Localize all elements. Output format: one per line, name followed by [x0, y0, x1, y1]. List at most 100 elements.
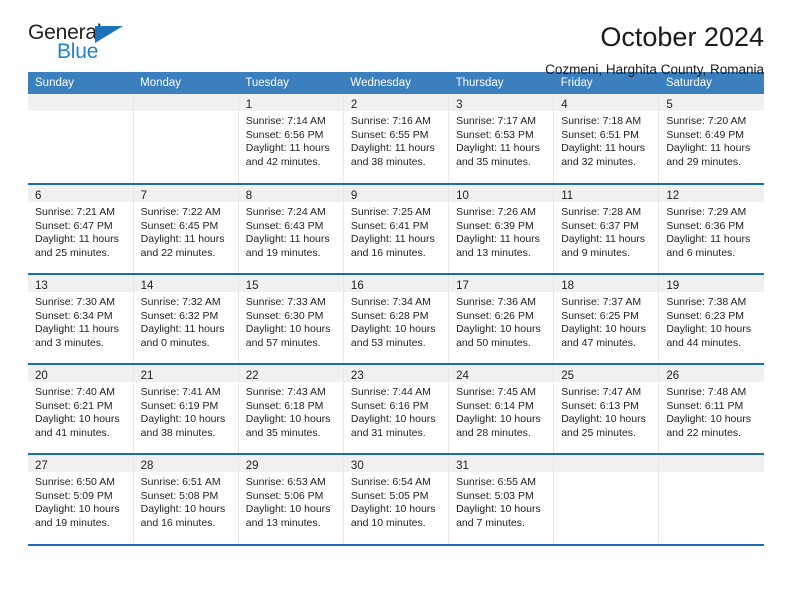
- sunset-text: Sunset: 6:11 PM: [666, 399, 744, 412]
- calendar-day-cell-empty: [132, 94, 239, 184]
- weekday-header-wednesday: Wednesday: [343, 72, 449, 94]
- calendar-day-cell[interactable]: 23 Sunrise: 7:44 AM Sunset: 6:16 PM Dayligh…: [342, 363, 450, 454]
- daylight-text: Daylight: 10 hours and 44 minutes.: [666, 323, 751, 349]
- sunrise-text: Sunrise: 7:48 AM: [666, 386, 747, 398]
- sunset-text: Sunset: 6:37 PM: [561, 219, 639, 232]
- daylight-text: Daylight: 11 hours and 29 minutes.: [666, 142, 751, 168]
- day-detail: Sunrise: 7:25 AM Sunset: 6:41 PM Daylight:…: [344, 202, 448, 260]
- weekday-header-monday: Monday: [133, 72, 239, 94]
- sunrise-text: Sunrise: 6:50 AM: [35, 476, 115, 488]
- day-detail: Sunrise: 7:36 AM Sunset: 6:26 PM Daylight:…: [449, 292, 553, 350]
- day-number-band: 9: [343, 185, 449, 202]
- daylight-text: Daylight: 10 hours and 10 minutes.: [350, 503, 436, 529]
- calendar-day-cell[interactable]: 24 Sunrise: 7:45 AM Sunset: 6:14 PM Dayligh…: [448, 363, 555, 454]
- day-detail: [554, 472, 658, 476]
- sunrise-text: Sunrise: 7:38 AM: [666, 296, 747, 308]
- calendar-day-cell[interactable]: 29 Sunrise: 6:53 AM Sunset: 5:06 PM Dayligh…: [237, 453, 344, 544]
- calendar-day-cell[interactable]: 7 Sunrise: 7:22 AM Sunset: 6:45 PM Daylight…: [132, 183, 239, 274]
- calendar-day-cell[interactable]: 31 Sunrise: 6:55 AM Sunset: 5:03 PM Dayligh…: [448, 453, 555, 544]
- calendar-day-cell[interactable]: 21 Sunrise: 7:41 AM Sunset: 6:19 PM Dayligh…: [132, 363, 239, 454]
- calendar-day-cell[interactable]: 12 Sunrise: 7:29 AM Sunset: 6:36 PM Dayligh…: [658, 183, 764, 274]
- daylight-text: Daylight: 10 hours and 19 minutes.: [35, 503, 120, 529]
- calendar-day-cell[interactable]: 15 Sunrise: 7:33 AM Sunset: 6:30 PM Dayligh…: [237, 273, 344, 364]
- calendar-day-cell[interactable]: 5 Sunrise: 7:20 AM Sunset: 6:49 PM Daylight…: [658, 94, 764, 184]
- day-number: 4: [561, 99, 568, 111]
- daylight-text: Daylight: 10 hours and 57 minutes.: [245, 323, 331, 349]
- calendar-day-cell-empty: [658, 453, 764, 544]
- sunset-text: Sunset: 6:56 PM: [245, 128, 324, 141]
- day-number: 16: [350, 280, 364, 292]
- sunset-text: Sunset: 6:32 PM: [140, 309, 219, 322]
- day-detail: Sunrise: 7:14 AM Sunset: 6:56 PM Daylight:…: [239, 111, 343, 169]
- sunset-text: Sunset: 5:05 PM: [350, 489, 429, 502]
- calendar-day-cell[interactable]: 14 Sunrise: 7:32 AM Sunset: 6:32 PM Dayligh…: [132, 273, 239, 364]
- weekday-header-tuesday: Tuesday: [238, 72, 344, 94]
- calendar-day-cell[interactable]: 3 Sunrise: 7:17 AM Sunset: 6:53 PM Daylight…: [448, 94, 555, 184]
- calendar-day-cell[interactable]: 11 Sunrise: 7:28 AM Sunset: 6:37 PM Dayligh…: [553, 183, 660, 274]
- sunrise-text: Sunrise: 7:33 AM: [245, 296, 326, 308]
- day-number: 12: [666, 190, 680, 202]
- sunrise-text: Sunrise: 7:21 AM: [35, 206, 115, 218]
- sunset-text: Sunset: 5:06 PM: [245, 489, 324, 502]
- sunset-text: Sunset: 6:19 PM: [140, 399, 219, 412]
- calendar-day-cell[interactable]: 30 Sunrise: 6:54 AM Sunset: 5:05 PM Dayligh…: [342, 453, 450, 544]
- day-detail: Sunrise: 6:54 AM Sunset: 5:05 PM Daylight:…: [344, 472, 448, 530]
- daylight-text: Daylight: 10 hours and 47 minutes.: [561, 323, 646, 349]
- day-number-band: 27: [28, 455, 133, 472]
- calendar-body: 1 Sunrise: 7:14 AM Sunset: 6:56 PM Daylight…: [28, 94, 764, 544]
- calendar-week-row: 6 Sunrise: 7:21 AM Sunset: 6:47 PM Daylight…: [28, 183, 764, 274]
- calendar-day-cell[interactable]: 22 Sunrise: 7:43 AM Sunset: 6:18 PM Dayligh…: [237, 363, 344, 454]
- calendar-day-cell[interactable]: 1 Sunrise: 7:14 AM Sunset: 6:56 PM Daylight…: [237, 94, 344, 184]
- day-detail: [659, 472, 764, 476]
- day-number: 31: [456, 460, 469, 472]
- day-number-band: 30: [343, 455, 449, 472]
- day-number: 1: [245, 99, 253, 111]
- calendar-day-cell[interactable]: 8 Sunrise: 7:24 AM Sunset: 6:43 PM Daylight…: [237, 183, 344, 274]
- day-detail: Sunrise: 7:41 AM Sunset: 6:19 PM Daylight:…: [134, 382, 238, 440]
- calendar-day-cell[interactable]: 4 Sunrise: 7:18 AM Sunset: 6:51 PM Daylight…: [553, 94, 660, 184]
- calendar-week-row: 13 Sunrise: 7:30 AM Sunset: 6:34 PM Dayligh…: [28, 273, 764, 364]
- calendar-day-cell[interactable]: 17 Sunrise: 7:36 AM Sunset: 6:26 PM Dayligh…: [448, 273, 555, 364]
- daylight-text: Daylight: 10 hours and 22 minutes.: [666, 413, 751, 439]
- calendar-day-cell[interactable]: 26 Sunrise: 7:48 AM Sunset: 6:11 PM Dayligh…: [658, 363, 764, 454]
- calendar-day-cell[interactable]: 25 Sunrise: 7:47 AM Sunset: 6:13 PM Dayligh…: [553, 363, 660, 454]
- calendar-day-cell[interactable]: 20 Sunrise: 7:40 AM Sunset: 6:21 PM Dayligh…: [28, 363, 134, 454]
- sunrise-text: Sunrise: 7:47 AM: [561, 386, 642, 398]
- day-number: 26: [666, 370, 680, 382]
- calendar-day-cell-empty: [553, 453, 660, 544]
- day-number-band: 10: [449, 185, 554, 202]
- day-number-band: 18: [554, 275, 659, 292]
- day-number-band: [133, 94, 238, 111]
- calendar-day-cell[interactable]: 18 Sunrise: 7:37 AM Sunset: 6:25 PM Dayligh…: [553, 273, 660, 364]
- day-number-band: [659, 455, 764, 472]
- sunset-text: Sunset: 6:34 PM: [35, 309, 113, 322]
- daylight-text: Daylight: 11 hours and 16 minutes.: [350, 233, 435, 259]
- sunrise-text: Sunrise: 7:40 AM: [35, 386, 115, 398]
- sunset-text: Sunset: 6:41 PM: [350, 219, 429, 232]
- general-blue-logo[interactable]: General Blue: [28, 22, 148, 68]
- day-number-band: 7: [133, 185, 238, 202]
- day-detail: Sunrise: 7:30 AM Sunset: 6:34 PM Daylight:…: [28, 292, 133, 350]
- daylight-text: Daylight: 11 hours and 3 minutes.: [35, 323, 119, 349]
- day-detail: Sunrise: 7:26 AM Sunset: 6:39 PM Daylight:…: [449, 202, 553, 260]
- day-detail: Sunrise: 7:16 AM Sunset: 6:55 PM Daylight:…: [344, 111, 448, 169]
- calendar-day-cell[interactable]: 2 Sunrise: 7:16 AM Sunset: 6:55 PM Daylight…: [342, 94, 450, 184]
- logo-text-blue: Blue: [57, 40, 99, 63]
- sunset-text: Sunset: 6:49 PM: [666, 128, 744, 141]
- calendar-day-cell[interactable]: 27 Sunrise: 6:50 AM Sunset: 5:09 PM Dayligh…: [28, 453, 134, 544]
- calendar-day-cell[interactable]: 13 Sunrise: 7:30 AM Sunset: 6:34 PM Dayligh…: [28, 273, 134, 364]
- day-number-band: 25: [554, 365, 659, 382]
- calendar-day-cell[interactable]: 28 Sunrise: 6:51 AM Sunset: 5:08 PM Dayligh…: [132, 453, 239, 544]
- sunrise-text: Sunrise: 7:30 AM: [35, 296, 115, 308]
- day-number: 28: [140, 460, 154, 472]
- day-detail: Sunrise: 6:51 AM Sunset: 5:08 PM Daylight:…: [134, 472, 238, 530]
- day-number: 15: [245, 280, 259, 292]
- calendar-day-cell[interactable]: 9 Sunrise: 7:25 AM Sunset: 6:41 PM Daylight…: [342, 183, 450, 274]
- calendar-day-cell[interactable]: 16 Sunrise: 7:34 AM Sunset: 6:28 PM Dayligh…: [342, 273, 450, 364]
- sunrise-text: Sunrise: 7:22 AM: [140, 206, 221, 218]
- day-number: 29: [245, 460, 259, 472]
- calendar-day-cell[interactable]: 10 Sunrise: 7:26 AM Sunset: 6:39 PM Dayligh…: [448, 183, 555, 274]
- calendar-day-cell[interactable]: 19 Sunrise: 7:38 AM Sunset: 6:23 PM Dayligh…: [658, 273, 764, 364]
- day-number-band: 1: [238, 94, 343, 111]
- calendar-day-cell[interactable]: 6 Sunrise: 7:21 AM Sunset: 6:47 PM Daylight…: [28, 183, 134, 274]
